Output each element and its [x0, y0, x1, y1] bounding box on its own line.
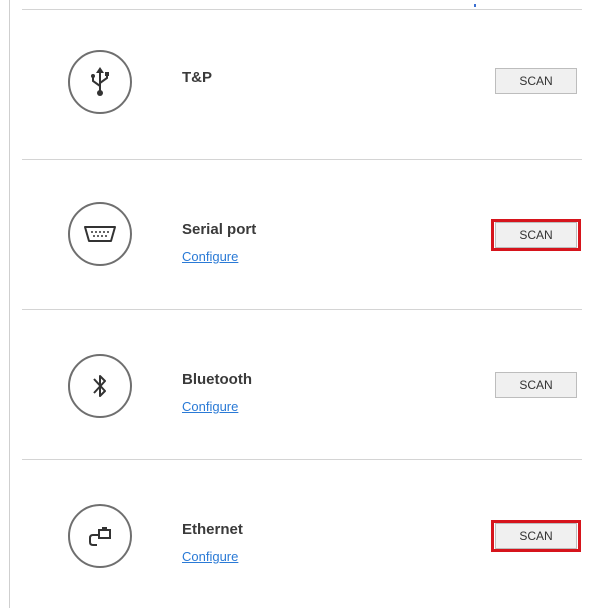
configure-link-bluetooth[interactable]: Configure [182, 399, 238, 414]
device-row-serial: Serial port Configure SCAN [22, 160, 582, 310]
bluetooth-icon [68, 354, 132, 418]
device-title-ethernet: Ethernet [182, 521, 243, 538]
serial-port-icon [68, 202, 132, 266]
device-title-bluetooth: Bluetooth [182, 371, 252, 388]
scan-button-bluetooth[interactable]: SCAN [495, 372, 577, 398]
configure-link-ethernet[interactable]: Configure [182, 549, 238, 564]
scan-button-usb[interactable]: SCAN [495, 68, 577, 94]
scan-button-ethernet[interactable]: SCAN [495, 523, 577, 549]
scan-button-serial[interactable]: SCAN [495, 222, 577, 248]
device-row-ethernet: Ethernet Configure SCAN [22, 460, 582, 608]
ethernet-icon [68, 504, 132, 568]
scroll-indicator [474, 4, 476, 7]
configure-link-serial[interactable]: Configure [182, 249, 238, 264]
usb-icon [68, 50, 132, 114]
device-row-usb: T&P SCAN [22, 10, 582, 160]
device-title-usb: T&P [182, 69, 212, 86]
device-title-serial: Serial port [182, 221, 257, 238]
panel-left-border [9, 0, 10, 608]
device-row-bluetooth: Bluetooth Configure SCAN [22, 310, 582, 460]
